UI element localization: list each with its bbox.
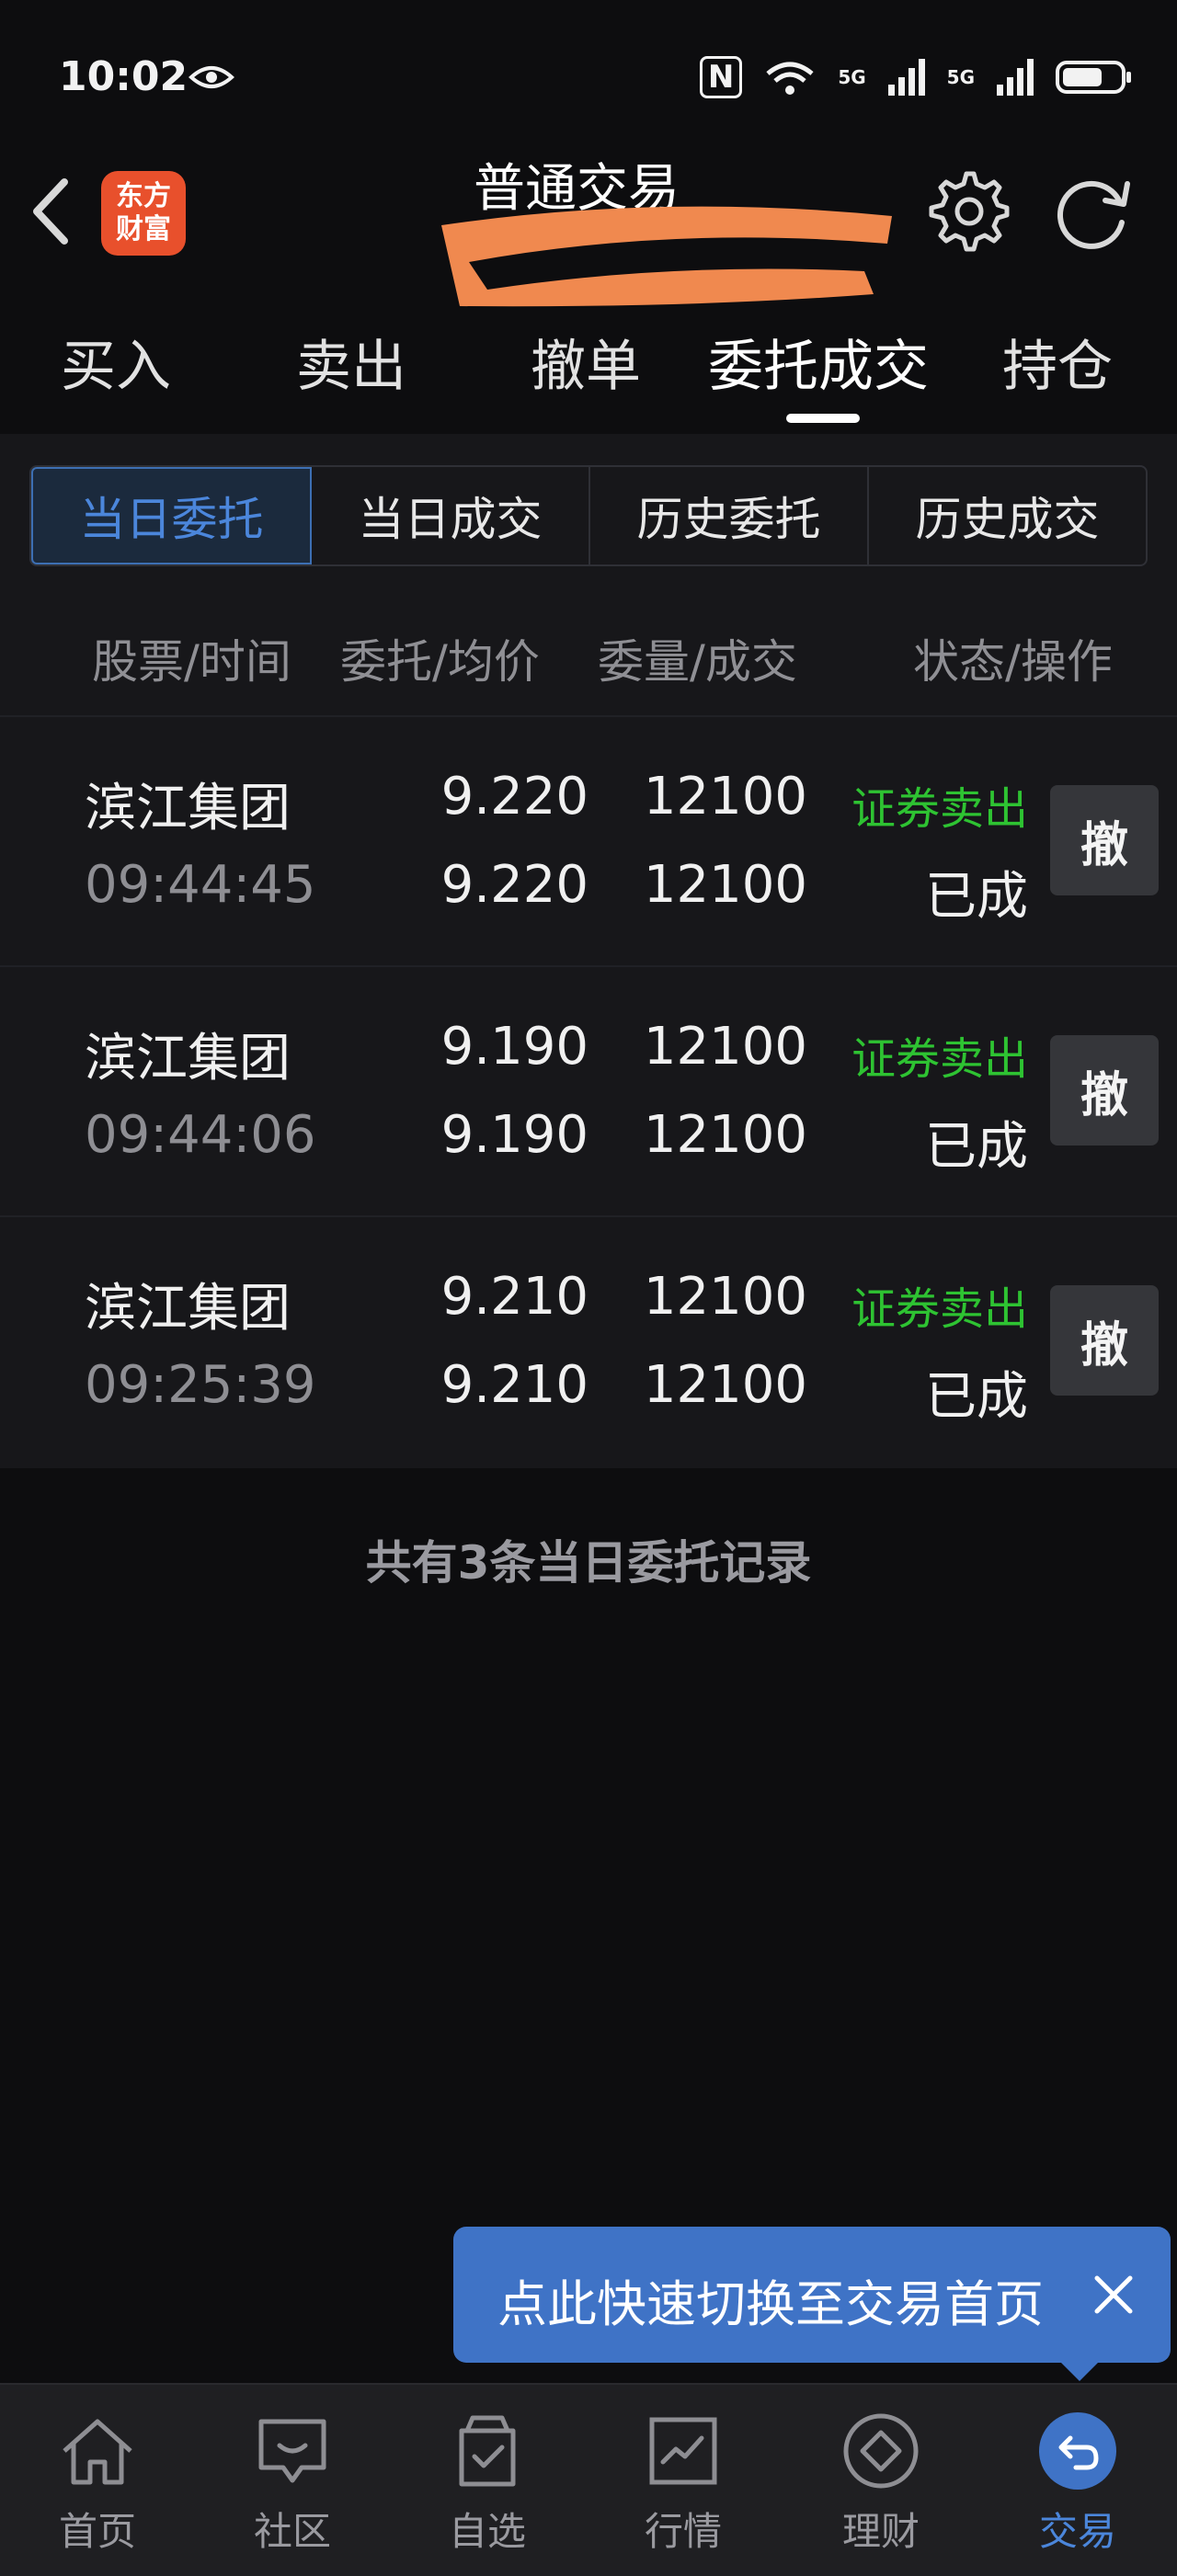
order-status: 已成 (925, 867, 1028, 927)
eye-icon (189, 66, 234, 88)
cancel-order-button[interactable]: 撤 (1050, 1285, 1159, 1396)
nav-watchlist[interactable]: 自选 (395, 2385, 579, 2576)
settings-gear-icon[interactable] (929, 171, 1010, 252)
sim2-label: 5G (946, 66, 975, 88)
nfc-icon: N (699, 56, 743, 98)
nav-trade[interactable]: 交易 (986, 2385, 1170, 2576)
cancel-order-button[interactable]: 撤 (1050, 1035, 1159, 1146)
subtab-history-trades[interactable]: 历史成交 (869, 467, 1146, 564)
bottom-nav: 首页 社区 自选 行情 理财 交易 (0, 2383, 1177, 2576)
refresh-icon[interactable] (1048, 171, 1135, 252)
tab-positions[interactable]: 持仓 (1002, 322, 1113, 402)
order-time: 09:44:06 (85, 1105, 316, 1165)
nav-label: 自选 (448, 2509, 526, 2554)
tooltip-text: 点此快速切换至交易首页 (497, 2275, 1044, 2333)
cancel-order-button[interactable]: 撤 (1050, 785, 1159, 895)
order-price: 9.220 (440, 767, 588, 826)
logo-text-2: 财富 (116, 213, 171, 245)
order-time: 09:25:39 (85, 1355, 316, 1415)
stock-name: 滨江集团 (85, 1029, 291, 1089)
nav-label: 理财 (841, 2509, 920, 2554)
diamond-icon (843, 2413, 919, 2489)
avg-price: 9.220 (440, 855, 588, 915)
nav-label: 交易 (1038, 2509, 1116, 2554)
avg-price: 9.190 (440, 1105, 588, 1165)
battery-icon (1056, 61, 1131, 94)
status-icons: N 5G 5G (699, 53, 1131, 101)
filled-qty: 12100 (643, 855, 807, 915)
tooltip-arrow (1059, 2361, 1100, 2381)
app-logo: 东方 财富 (101, 171, 186, 256)
order-qty: 12100 (643, 1267, 807, 1327)
nav-wealth[interactable]: 理财 (789, 2385, 973, 2576)
home-icon (63, 2419, 132, 2485)
nav-market[interactable]: 行情 (591, 2385, 775, 2576)
order-direction: 证券卖出 (851, 1283, 1028, 1335)
filled-qty: 12100 (643, 1105, 807, 1165)
sub-tabs: 当日委托 当日成交 历史委托 历史成交 (29, 465, 1148, 566)
order-qty: 12100 (643, 767, 807, 826)
stock-name: 滨江集团 (85, 779, 291, 838)
subtab-today-trades[interactable]: 当日成交 (312, 467, 590, 564)
subtab-history-orders[interactable]: 历史委托 (590, 467, 869, 564)
subtab-today-orders[interactable]: 当日委托 (31, 467, 312, 564)
logo-text-1: 东方 (116, 180, 171, 212)
order-status: 已成 (925, 1117, 1028, 1177)
battery-level (1063, 68, 1102, 86)
chat-icon (258, 2419, 326, 2483)
filled-qty: 12100 (643, 1355, 807, 1415)
tab-cancel-order[interactable]: 撤单 (531, 322, 641, 402)
column-header-quantity: 委量/成交 (598, 635, 797, 689)
nav-label: 社区 (253, 2509, 331, 2554)
column-header-price: 委托/均价 (340, 635, 540, 689)
order-direction: 证券卖出 (851, 1033, 1028, 1085)
nav-community[interactable]: 社区 (200, 2385, 384, 2576)
trade-home-tooltip[interactable]: 点此快速切换至交易首页 (453, 2227, 1171, 2363)
stock-name: 滨江集团 (85, 1279, 291, 1339)
table-row[interactable]: 滨江集团 09:25:39 9.210 9.210 12100 12100 证券… (0, 1215, 1177, 1467)
status-time: 10:02 (59, 53, 189, 100)
column-header-status: 状态/操作 (913, 635, 1113, 689)
redaction-scribble (441, 206, 892, 307)
wifi-icon (766, 62, 814, 95)
table-row[interactable]: 滨江集团 09:44:45 9.220 9.220 12100 12100 证券… (0, 715, 1177, 967)
close-icon[interactable] (1084, 2265, 1143, 2324)
signal-icon (887, 59, 925, 96)
tab-orders-trades[interactable]: 委托成交 (708, 322, 929, 402)
order-direction: 证券卖出 (851, 783, 1028, 835)
order-price: 9.210 (440, 1267, 588, 1327)
column-header-stock-time: 股票/时间 (92, 635, 291, 689)
nav-label: 首页 (58, 2509, 136, 2554)
chart-icon (649, 2417, 717, 2485)
order-qty: 12100 (643, 1017, 807, 1077)
watchlist-icon (459, 2415, 516, 2487)
records-summary: 共有3条当日委托记录 (365, 1536, 812, 1590)
order-status: 已成 (925, 1367, 1028, 1427)
order-time: 09:44:45 (85, 855, 316, 915)
nav-home[interactable]: 首页 (6, 2385, 189, 2576)
order-price: 9.190 (440, 1017, 588, 1077)
main-tabs: 买入 卖出 撤单 委托成交 持仓 (0, 322, 1177, 432)
tab-sell[interactable]: 卖出 (296, 322, 406, 402)
avg-price: 9.210 (440, 1355, 588, 1415)
active-tab-indicator (786, 414, 860, 423)
sim1-label: 5G (838, 66, 866, 88)
trade-icon (1039, 2412, 1116, 2490)
signal-icon (997, 59, 1034, 96)
back-icon[interactable] (28, 175, 74, 248)
tab-buy[interactable]: 买入 (61, 322, 171, 402)
table-row[interactable]: 滨江集团 09:44:06 9.190 9.190 12100 12100 证券… (0, 965, 1177, 1217)
nav-label: 行情 (644, 2509, 722, 2554)
